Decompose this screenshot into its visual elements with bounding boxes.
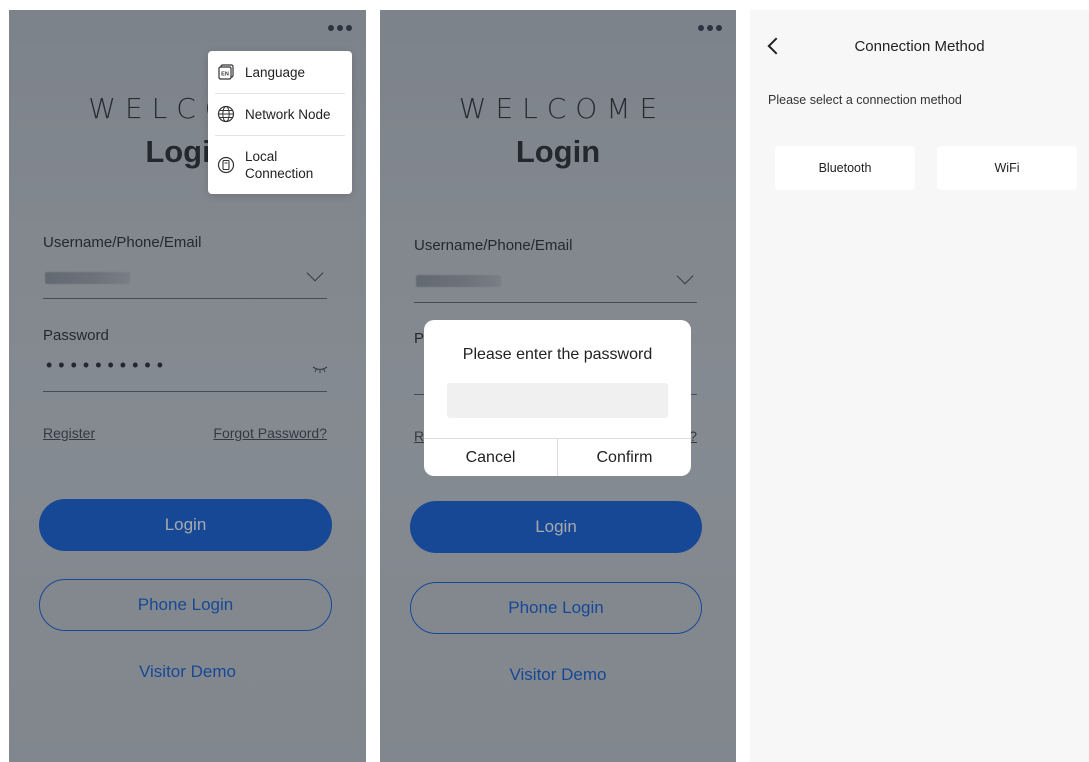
cancel-button[interactable]: Cancel <box>424 439 557 476</box>
menu-item-local-connection[interactable]: Local Connection <box>208 147 352 183</box>
password-dialog: Please enter the password Cancel Confirm <box>424 320 691 476</box>
login-screen-with-menu: WELCOME Login Username/Phone/Email Passw… <box>9 10 366 762</box>
svg-text:EN: EN <box>221 72 229 78</box>
more-menu-icon[interactable] <box>698 24 722 32</box>
instruction-text: Please select a connection method <box>768 93 962 107</box>
more-menu-icon[interactable] <box>328 24 352 32</box>
language-en-icon: EN <box>218 64 234 80</box>
connection-method-screen: Connection Method Please select a connec… <box>750 10 1089 762</box>
bluetooth-option-button[interactable]: Bluetooth <box>775 146 915 190</box>
menu-item-label: Network Node <box>245 106 331 122</box>
menu-item-language[interactable]: EN Language <box>208 62 352 82</box>
menu-item-label: Local Connection <box>245 149 314 181</box>
menu-divider <box>215 135 345 136</box>
dialog-title: Please enter the password <box>462 346 653 363</box>
menu-divider <box>215 93 345 94</box>
page-title: Connection Method <box>854 38 985 55</box>
menu-item-network-node[interactable]: Network Node <box>208 104 352 124</box>
globe-icon <box>217 105 235 123</box>
confirm-button[interactable]: Confirm <box>558 439 691 476</box>
password-input[interactable] <box>447 383 668 418</box>
login-screen-with-password-dialog: WELCOME Login Username/Phone/Email P R ?… <box>380 10 736 762</box>
device-icon <box>217 156 235 174</box>
options-menu: EN Language Network Node Local Connectio… <box>208 51 352 194</box>
wifi-option-button[interactable]: WiFi <box>937 146 1077 190</box>
menu-item-label: Language <box>245 64 306 80</box>
